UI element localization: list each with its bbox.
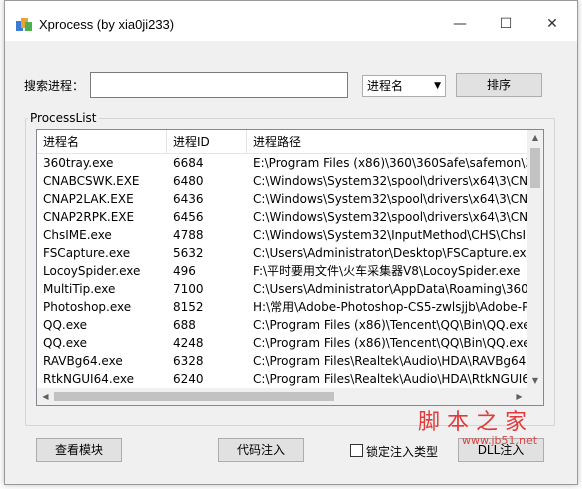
table-row[interactable]: MultiTip.exe 7100 C:\Users\Administrator\A… — [37, 280, 528, 298]
group-title: ProcessList — [28, 111, 99, 125]
search-field-select[interactable]: 进程名 ▼ — [362, 75, 446, 97]
list-header: 进程名 进程ID 进程路径 — [37, 130, 528, 154]
search-input[interactable] — [90, 72, 348, 98]
lock-inject-type-label[interactable]: 锁定注入类型 — [366, 443, 438, 460]
table-row[interactable]: LocoySpider.exe 496 F:\平时要用文件\火车采集器V8\Loco… — [37, 262, 528, 280]
table-row[interactable]: FSCapture.exe 5632 C:\Users\Administrator\… — [37, 244, 528, 262]
process-name-cell: QQ.exe — [43, 318, 87, 332]
chevron-down-icon: ▼ — [434, 81, 441, 91]
vertical-scroll-thumb[interactable] — [530, 148, 540, 188]
table-row[interactable]: CNAP2RPK.EXE 6456 C:\Windows\System32\spoo… — [37, 208, 528, 226]
column-header-path[interactable]: 进程路径 — [247, 130, 528, 154]
process-name-cell: CNABCSWK.EXE — [43, 174, 140, 188]
process-id-cell: 6456 — [173, 210, 204, 224]
column-header-name[interactable]: 进程名 — [37, 130, 167, 154]
column-header-pid[interactable]: 进程ID — [167, 130, 247, 154]
process-id-cell: 4788 — [173, 228, 204, 242]
process-id-cell: 6240 — [173, 372, 204, 386]
process-path-cell: C:\Program Files\Realtek\Audio\HDA\RAVBg… — [253, 354, 528, 368]
process-id-cell: 6684 — [173, 156, 204, 170]
process-path-cell: F:\平时要用文件\火车采集器V8\LocoySpider.exe — [253, 264, 521, 278]
watermark-url: www.jb51.net — [462, 434, 538, 447]
table-row[interactable]: ChsIME.exe 4788 C:\Windows\System32\InputM… — [37, 226, 528, 244]
process-path-cell: C:\Program Files (x86)\Tencent\QQ\Bin\QQ… — [253, 336, 528, 350]
code-inject-button[interactable]: 代码注入 — [218, 438, 304, 462]
scroll-left-icon[interactable]: ◀ — [37, 388, 54, 405]
view-modules-button[interactable]: 查看模块 — [36, 438, 122, 462]
process-name-cell: RtkNGUI64.exe — [43, 372, 134, 386]
scroll-up-icon[interactable]: ▲ — [527, 130, 543, 146]
process-id-cell: 496 — [173, 264, 196, 278]
scroll-down-icon[interactable]: ▼ — [527, 373, 543, 389]
process-name-cell: CNAP2RPK.EXE — [43, 210, 135, 224]
process-id-cell: 6480 — [173, 174, 204, 188]
process-id-cell: 8152 — [173, 300, 204, 314]
process-name-cell: QQ.exe — [43, 336, 87, 350]
process-path-cell: C:\Program Files\Realtek\Audio\HDA\RtkNG… — [253, 372, 528, 386]
scroll-right-icon[interactable]: ▶ — [511, 388, 528, 405]
process-path-cell: C:\Users\Administrator\AppData\Roaming\3… — [253, 282, 528, 296]
list-rows: 360tray.exe 6684 E:\Program Files (x86)\36… — [37, 154, 528, 405]
process-name-cell: LocoySpider.exe — [43, 264, 141, 278]
process-id-cell: 6328 — [173, 354, 204, 368]
process-path-cell: C:\Windows\System32\spool\drivers\x64\3\… — [253, 192, 528, 206]
process-name-cell: MultiTip.exe — [43, 282, 116, 296]
process-name-cell: CNAP2LAK.EXE — [43, 192, 134, 206]
process-path-cell: C:\Program Files (x86)\Tencent\QQ\Bin\QQ… — [253, 318, 528, 332]
watermark-text: 脚 本 之 家 — [418, 410, 527, 435]
table-row[interactable]: Photoshop.exe 8152 H:\常用\Adobe-Photoshop-C… — [37, 298, 528, 316]
table-row[interactable]: 360tray.exe 6684 E:\Program Files (x86)\36… — [37, 154, 528, 172]
process-name-cell: FSCapture.exe — [43, 246, 131, 260]
table-row[interactable]: QQ.exe 4248 C:\Program Files (x86)\Tencent… — [37, 334, 528, 352]
process-name-cell: ChsIME.exe — [43, 228, 112, 242]
close-icon[interactable]: ✕ — [529, 9, 575, 39]
process-id-cell: 5632 — [173, 246, 204, 260]
maximize-icon[interactable]: ☐ — [483, 9, 529, 39]
process-name-cell: RAVBg64.exe — [43, 354, 123, 368]
horizontal-scroll-thumb[interactable] — [54, 392, 334, 401]
process-path-cell: C:\Windows\System32\spool\drivers\x64\3\… — [253, 210, 528, 224]
table-row[interactable]: QQ.exe 688 C:\Program Files (x86)\Tencent\… — [37, 316, 528, 334]
process-path-cell: E:\Program Files (x86)\360\360Safe\safem… — [253, 156, 528, 170]
process-id-cell: 7100 — [173, 282, 204, 296]
process-listview[interactable]: 进程名 进程ID 进程路径 360tray.exe 6684 E:\Program … — [36, 129, 544, 406]
process-path-cell: H:\常用\Adobe-Photoshop-CS5-zwlsjjb\Adobe-… — [253, 300, 528, 314]
process-path-cell: C:\Windows\System32\spool\drivers\x64\3\… — [253, 174, 528, 188]
horizontal-scrollbar[interactable]: ◀ ▶ — [37, 388, 528, 405]
process-name-cell: Photoshop.exe — [43, 300, 132, 314]
lock-inject-type-checkbox[interactable] — [350, 444, 363, 457]
window-title: Xprocess (by xia0ji233) — [39, 17, 175, 32]
table-row[interactable]: RAVBg64.exe 6328 C:\Program Files\Realtek\… — [37, 352, 528, 370]
table-row[interactable]: RtkNGUI64.exe 6240 C:\Program Files\Realte… — [37, 370, 528, 388]
search-label: 搜索进程： — [24, 79, 85, 93]
process-id-cell: 6436 — [173, 192, 204, 206]
title-bar: Xprocess (by xia0ji233) — ☐ ✕ — [5, 1, 577, 41]
vertical-scrollbar[interactable]: ▲ ▼ — [527, 130, 543, 389]
table-row[interactable]: CNAP2LAK.EXE 6436 C:\Windows\System32\spoo… — [37, 190, 528, 208]
minimize-icon[interactable]: — — [437, 9, 483, 39]
process-id-cell: 4248 — [173, 336, 204, 350]
sort-button[interactable]: 排序 — [456, 73, 542, 97]
select-value: 进程名 — [367, 79, 404, 93]
scroll-corner — [527, 388, 543, 405]
app-icon — [16, 18, 32, 31]
table-row[interactable]: CNABCSWK.EXE 6480 C:\Windows\System32\spoo… — [37, 172, 528, 190]
process-path-cell: C:\Users\Administrator\Desktop\FSCapture… — [253, 246, 528, 260]
process-path-cell: C:\Windows\System32\InputMethod\CHS\ChsI… — [253, 228, 528, 242]
process-id-cell: 688 — [173, 318, 196, 332]
process-name-cell: 360tray.exe — [43, 156, 114, 170]
